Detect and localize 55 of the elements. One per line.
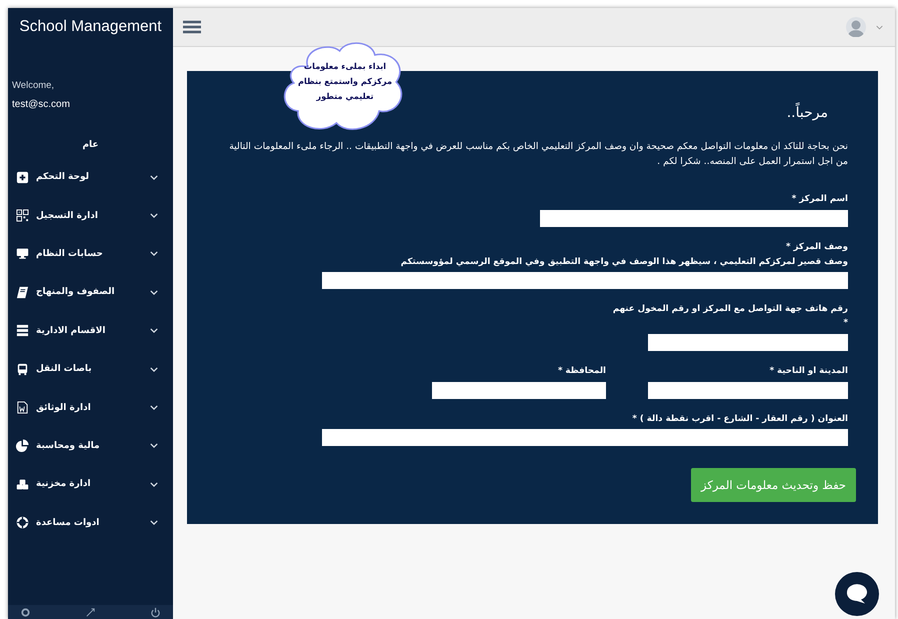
sidebar-item[interactable]: ادارة التسجيل xyxy=(36,210,98,221)
chevron-down-icon xyxy=(150,174,158,180)
sidebar-item[interactable]: باصات النقل xyxy=(36,364,92,374)
callout-text: ابداء بملىء معلومات مركزكم واستمتع بنظام تعليمي متطور xyxy=(298,60,392,103)
sidebar-item[interactable]: الصفوف والمنهاج xyxy=(36,287,115,298)
chat-icon[interactable] xyxy=(835,572,879,616)
input-field[interactable] xyxy=(540,210,848,227)
settings-icon[interactable] xyxy=(20,607,31,618)
input-field[interactable] xyxy=(322,272,848,290)
field-label: رقم هاتف جهة التواصل مع المركز او رقم المخول عنهم * xyxy=(612,303,848,330)
menu-icon[interactable] xyxy=(183,20,201,34)
sidebar-item[interactable]: ادارة مخزنية xyxy=(36,479,91,490)
server-icon xyxy=(16,324,29,338)
chevron-down-icon xyxy=(150,443,158,448)
field-label: اسم المركز * xyxy=(792,193,848,206)
pie-chart-icon xyxy=(16,439,29,452)
chevron-down-icon xyxy=(150,405,158,410)
field-hint: وصف قصير لمركزكم التعليمي ، سيظهر هذا الوصف في واجهة التطبيق وفي الموقع الرسمي لمؤوسستكم xyxy=(400,256,848,268)
word-document-icon xyxy=(16,401,29,414)
sidebar-item[interactable]: لوحة التحكم xyxy=(36,172,90,182)
sidebar-item[interactable]: ادارة الوثائق xyxy=(36,402,91,413)
chevron-down-icon xyxy=(150,213,158,218)
qr-code-icon xyxy=(16,209,29,222)
monitor-icon xyxy=(16,247,29,260)
input-field[interactable] xyxy=(322,429,848,446)
chevron-down-icon xyxy=(150,366,158,372)
life-ring-icon xyxy=(16,516,29,530)
bus-icon xyxy=(16,362,29,376)
input-field[interactable] xyxy=(648,334,848,351)
input-field[interactable] xyxy=(432,382,606,398)
field-label: المدينة او الناحية * xyxy=(770,364,848,378)
sidebar-item[interactable]: حسابات النظام xyxy=(36,248,103,259)
chevron-down-icon xyxy=(150,520,158,526)
field-label: المحافظة * xyxy=(558,364,606,378)
sidebar-item[interactable]: مالية ومحاسبة xyxy=(36,440,100,451)
field-label: العنوان ( رقم العقار - الشارع - اقرب نقطة دالة ) * xyxy=(632,412,848,426)
power-icon[interactable] xyxy=(150,607,161,618)
intro-text: نحن بحاجة للتاكد ان معلومات التواصل معكم صحيحة وان وصف المركز التعليمي الخاص بكم مناسب للعرض في واجهة التطبيقات .. الرجاء ملىء المعلومات التالية من اجل استمرار العمل على المنصه.. شكرا لكم . xyxy=(228,140,848,169)
welcome-text: Welcome, xyxy=(12,80,56,91)
chevron-down-icon xyxy=(150,251,158,256)
sidebar-item[interactable]: الاقسام الادارية xyxy=(36,326,106,336)
input-field[interactable] xyxy=(648,382,848,398)
panel-title: مرحباً.. xyxy=(786,105,828,121)
chevron-down-icon xyxy=(150,290,158,295)
book-icon xyxy=(16,286,29,299)
chevron-down-icon xyxy=(150,482,158,487)
chevron-down-icon xyxy=(150,328,158,334)
field-label: وصف المركز * xyxy=(786,240,848,254)
section-heading: عام xyxy=(81,140,100,150)
user-email: test@sc.com xyxy=(12,99,71,110)
sidebar-item[interactable]: ادوات مساعدة xyxy=(36,518,100,528)
plus-square-icon xyxy=(16,170,29,184)
app-title: School Management xyxy=(18,17,163,37)
cubes-icon xyxy=(16,478,29,491)
expand-icon[interactable] xyxy=(85,607,96,618)
